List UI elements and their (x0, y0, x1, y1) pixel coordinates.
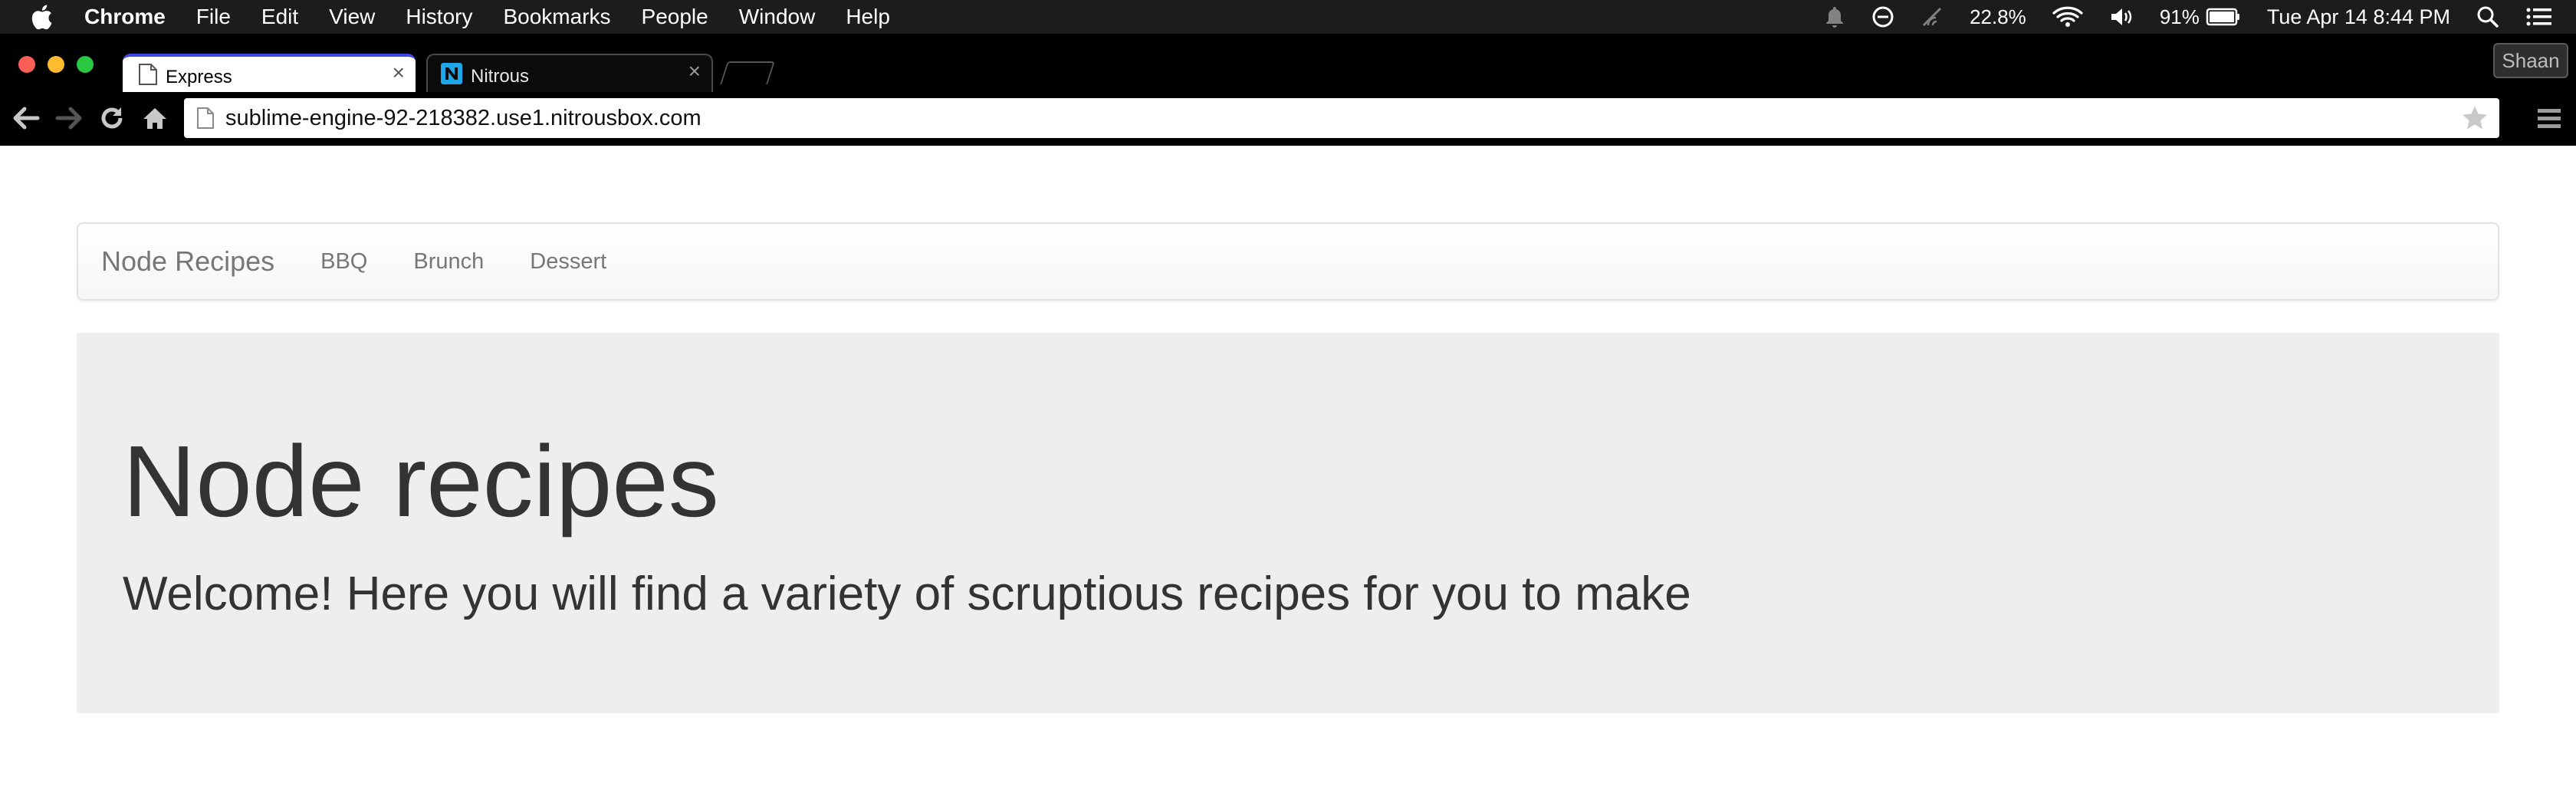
menubar-status-area: 22.8% 91% Tue Apr 14 8:44 PM (1824, 0, 2576, 34)
menu-help[interactable]: Help (846, 5, 890, 29)
apple-icon[interactable] (28, 3, 55, 31)
page-title: Node recipes (123, 425, 719, 538)
window-zoom-button[interactable] (77, 56, 94, 73)
window-minimize-button[interactable] (48, 56, 64, 73)
tab-title: Nitrous (471, 66, 530, 87)
sync-icon[interactable] (1871, 5, 1894, 28)
menu-history[interactable]: History (406, 5, 472, 29)
menu-edit[interactable]: Edit (261, 5, 298, 29)
battery-percent-text: 91% (2159, 5, 2200, 28)
wifi-icon[interactable] (2052, 5, 2083, 28)
bookmark-star-icon[interactable] (2461, 104, 2489, 132)
battery-icon[interactable] (2206, 7, 2241, 27)
jumbotron: Node recipes Welcome! Here you will find… (77, 333, 2499, 713)
web-page: Node Recipes BBQ Brunch Dessert Node rec… (0, 146, 2576, 796)
nav-link-brunch[interactable]: Brunch (413, 249, 484, 275)
profile-button[interactable]: Shaan (2493, 43, 2568, 78)
notification-bell-icon[interactable] (1824, 5, 1845, 28)
welcome-lead-text: Welcome! Here you will find a variety of… (123, 567, 1691, 620)
menu-bookmarks[interactable]: Bookmarks (503, 5, 610, 29)
home-icon[interactable] (140, 103, 170, 133)
mac-menu-bar: Chrome File Edit View History Bookmarks … (0, 0, 2576, 34)
url-text[interactable]: sublime-engine-92-218382.use1.nitrousbox… (225, 106, 702, 131)
chrome-menu-icon[interactable] (2536, 104, 2562, 132)
menu-view[interactable]: View (329, 5, 375, 29)
tab-express[interactable]: Express × (123, 54, 416, 92)
volume-icon[interactable] (2109, 5, 2134, 28)
reload-icon[interactable] (97, 103, 127, 133)
menu-people[interactable]: People (642, 5, 708, 29)
new-tab-button[interactable] (720, 61, 775, 84)
menu-window[interactable]: Window (739, 5, 816, 29)
navbar-brand[interactable]: Node Recipes (101, 245, 274, 278)
page-icon (197, 107, 214, 129)
browser-tab-strip: Express × Nitrous × Shaan (0, 34, 2576, 94)
tab-close-icon[interactable]: × (393, 61, 405, 84)
menubar-clock[interactable]: Tue Apr 14 8:44 PM (2267, 5, 2450, 29)
nitrous-logo-icon (441, 63, 462, 84)
nav-link-dessert[interactable]: Dessert (530, 249, 606, 275)
browser-toolbar: sublime-engine-92-218382.use1.nitrousbox… (0, 94, 2576, 144)
menu-file[interactable]: File (196, 5, 231, 29)
menu-app-name[interactable]: Chrome (84, 5, 166, 29)
address-bar[interactable]: sublime-engine-92-218382.use1.nitrousbox… (184, 98, 2499, 138)
notification-center-icon[interactable] (2525, 6, 2553, 28)
window-close-button[interactable] (18, 56, 35, 73)
tab-title: Express (166, 67, 232, 87)
back-arrow-icon[interactable] (11, 103, 41, 133)
cpu-usage-text: 22.8% (1970, 5, 2026, 28)
site-navbar: Node Recipes BBQ Brunch Dessert (77, 222, 2499, 301)
signal-icon[interactable] (1921, 5, 1944, 28)
tab-close-icon[interactable]: × (688, 60, 701, 83)
forward-arrow-icon[interactable] (54, 103, 84, 133)
page-icon (139, 64, 157, 85)
nav-link-bbq[interactable]: BBQ (320, 249, 367, 275)
tab-nitrous[interactable]: Nitrous × (426, 54, 713, 92)
spotlight-search-icon[interactable] (2476, 5, 2499, 28)
